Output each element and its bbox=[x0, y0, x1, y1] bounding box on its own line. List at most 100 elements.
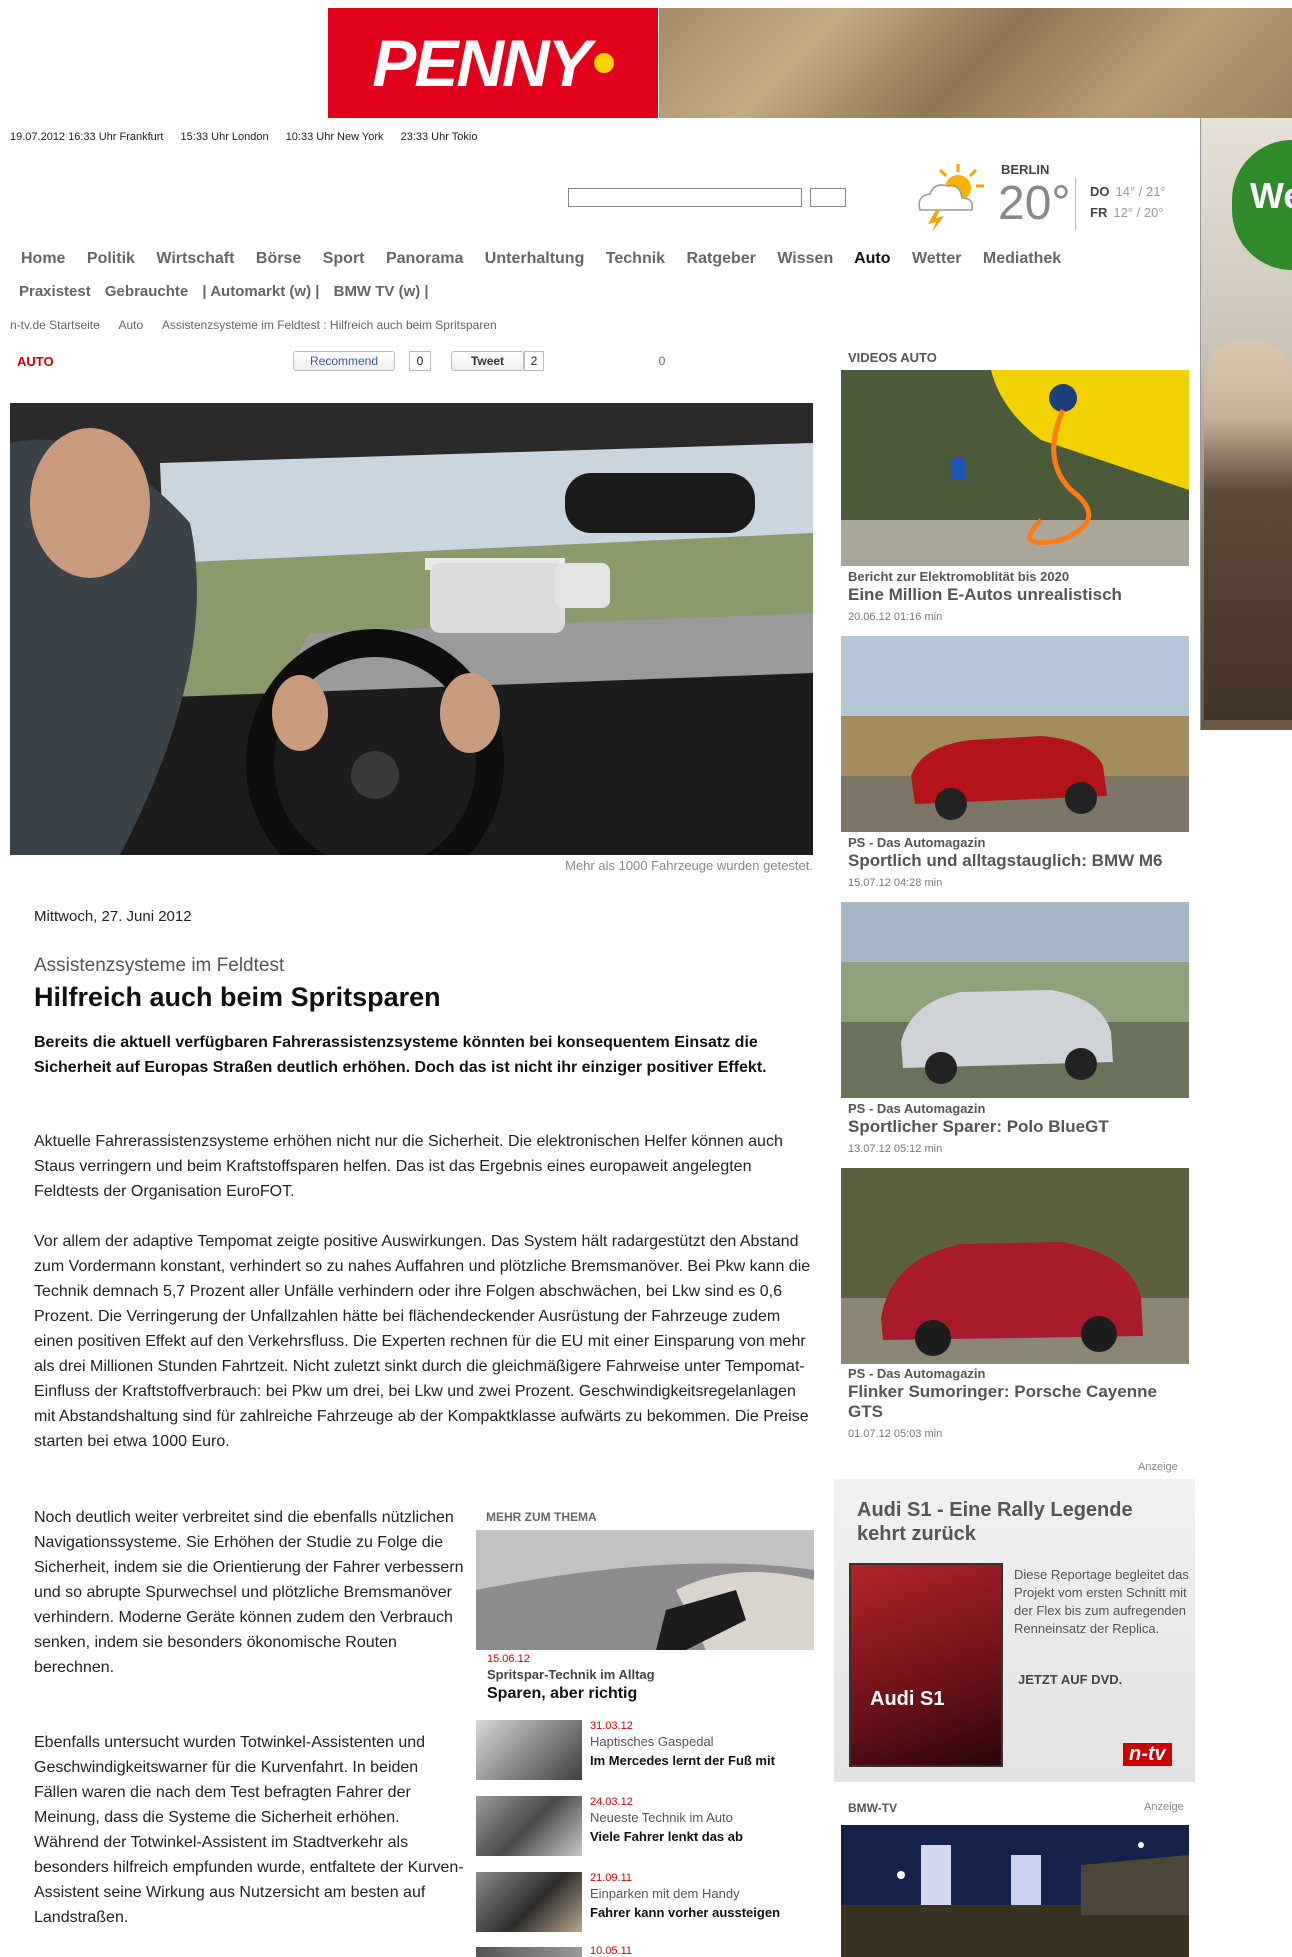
weather-range: 12° / 20° bbox=[1113, 205, 1164, 220]
related-item-date: 31.03.12 bbox=[590, 1720, 633, 1732]
dvd-ad-title: Audi S1 - Eine Rally Legende kehrt zurüc… bbox=[857, 1499, 1133, 1545]
recommend-count: 0 bbox=[409, 351, 431, 371]
ad-label: Anzeige bbox=[1144, 1801, 1184, 1813]
nav-boerse[interactable]: Börse bbox=[256, 250, 301, 267]
weather-day: FR bbox=[1090, 205, 1108, 220]
breadcrumb-auto[interactable]: Auto bbox=[119, 318, 144, 332]
weather-day: DO bbox=[1090, 184, 1110, 199]
video-kicker: PS - Das Automagazin bbox=[848, 1101, 986, 1116]
nav-sport[interactable]: Sport bbox=[323, 250, 365, 267]
weather-divider bbox=[1075, 178, 1076, 230]
nav-home[interactable]: Home bbox=[21, 250, 65, 267]
video-headline[interactable]: Flinker Sumoringer: Porsche Cayenne GTS bbox=[848, 1382, 1193, 1422]
article-lead: Bereits die aktuell verfügbaren Fahreras… bbox=[34, 1034, 767, 1076]
video-kicker: PS - Das Automagazin bbox=[848, 835, 986, 850]
main-nav: Home Politik Wirtschaft Börse Sport Pano… bbox=[21, 250, 1078, 268]
subnav-praxistest[interactable]: Praxistest bbox=[19, 283, 91, 300]
related-item-date: 10.05.11 bbox=[590, 1945, 633, 1957]
penny-logo-text: PENNY bbox=[372, 26, 591, 100]
page-edge bbox=[1200, 118, 1201, 730]
video-headline[interactable]: Sportlicher Sparer: Polo BlueGT bbox=[848, 1117, 1193, 1137]
clock-newyork: 10:33 Uhr New York bbox=[285, 131, 384, 143]
subnav-automarkt[interactable]: | Automarkt (w) | bbox=[202, 283, 319, 300]
article-headline: Hilfreich auch beim Spritsparen bbox=[34, 982, 441, 1012]
clock-london: 15:33 Uhr London bbox=[180, 131, 269, 143]
weather-forecast-do: DO 14° / 21° bbox=[1090, 184, 1166, 199]
article-date: Mittwoch, 27. Juni 2012 bbox=[34, 908, 192, 925]
recommend-button[interactable]: Recommend bbox=[293, 351, 395, 371]
world-clock: 19.07.2012 16:33 Uhr Frankfurt 15:33 Uhr… bbox=[10, 131, 491, 143]
nav-politik[interactable]: Politik bbox=[87, 250, 135, 267]
dvd-ad-cta: JETZT AUF DVD. bbox=[1018, 1672, 1123, 1687]
related-item-date: 24.03.12 bbox=[590, 1796, 633, 1808]
related-item-date: 21.09.11 bbox=[590, 1872, 633, 1884]
weather-forecast-fr: FR 12° / 20° bbox=[1090, 205, 1164, 220]
videos-title: VIDEOS AUTO bbox=[848, 350, 937, 365]
video-kicker: Bericht zur Elektromoblität bis 2020 bbox=[848, 569, 1070, 584]
breadcrumb-current: Assistenzsysteme im Feldtest : Hilfreich… bbox=[161, 318, 497, 332]
video-meta: 01.07.12 05:03 min bbox=[848, 1428, 943, 1440]
related-featured-headline[interactable]: Sparen, aber richtig bbox=[487, 1685, 637, 1703]
video-thumbnail[interactable] bbox=[841, 370, 1189, 566]
nav-technik[interactable]: Technik bbox=[606, 250, 665, 267]
clock-tokio: 23:33 Uhr Tokio bbox=[400, 131, 478, 143]
subnav-bmw-tv[interactable]: BMW TV (w) | bbox=[334, 283, 429, 300]
video-meta: 15.07.12 04:28 min bbox=[848, 877, 943, 889]
article-hero-image bbox=[10, 403, 813, 855]
video-meta: 20.06.12 01:16 min bbox=[848, 611, 943, 623]
related-item-kicker: Neueste Technik im Auto bbox=[590, 1810, 733, 1825]
related-featured-date: 15.06.12 bbox=[487, 1653, 530, 1665]
related-item-headline[interactable]: Fahrer kann vorher aussteigen bbox=[590, 1905, 780, 1920]
related-featured-kicker: Spritspar-Technik im Alltag bbox=[487, 1667, 655, 1682]
dvd-cover-image bbox=[849, 1563, 1003, 1767]
breadcrumb: n-tv.de Startseite Auto Assistenzsysteme… bbox=[10, 318, 513, 332]
weather-temperature: 20° bbox=[998, 177, 1071, 230]
video-headline[interactable]: Sportlich und alltagstauglich: BMW M6 bbox=[848, 851, 1193, 871]
nav-wirtschaft[interactable]: Wirtschaft bbox=[156, 250, 234, 267]
dvd-cover-title: Audi S1 bbox=[870, 1688, 945, 1710]
subnav-gebrauchte[interactable]: Gebrauchte bbox=[105, 283, 188, 300]
video-thumbnail[interactable] bbox=[841, 636, 1189, 832]
breadcrumb-home[interactable]: n-tv.de Startseite bbox=[10, 318, 100, 332]
related-item-kicker: Haptisches Gaspedal bbox=[590, 1734, 714, 1749]
video-meta: 13.07.12 05:12 min bbox=[848, 1143, 943, 1155]
sub-nav: Praxistest Gebrauchte | Automarkt (w) | … bbox=[19, 283, 439, 300]
related-item-image[interactable] bbox=[476, 1796, 582, 1856]
nav-wissen[interactable]: Wissen bbox=[777, 250, 833, 267]
nav-auto[interactable]: Auto bbox=[854, 250, 890, 267]
related-item-image[interactable] bbox=[476, 1872, 582, 1932]
penny-logo[interactable]: PENNY bbox=[328, 8, 658, 118]
search-button[interactable] bbox=[810, 188, 846, 207]
ntv-logo: n-tv bbox=[1123, 1743, 1172, 1766]
bmw-tv-image[interactable] bbox=[841, 1825, 1189, 1957]
article-kicker: Assistenzsysteme im Feldtest bbox=[34, 955, 285, 976]
nav-wetter[interactable]: Wetter bbox=[912, 250, 962, 267]
related-item-headline[interactable]: Viele Fahrer lenkt das ab bbox=[590, 1829, 743, 1844]
search-input[interactable] bbox=[568, 188, 802, 207]
related-featured-image[interactable] bbox=[476, 1530, 814, 1650]
nav-ratgeber[interactable]: Ratgeber bbox=[687, 250, 756, 267]
nav-unterhaltung[interactable]: Unterhaltung bbox=[485, 250, 585, 267]
ad-label: Anzeige bbox=[1138, 1461, 1178, 1473]
dvd-ad-text: Diese Reportage begleitet das Projekt vo… bbox=[1014, 1567, 1189, 1636]
related-item-headline[interactable]: Im Mercedes lernt der Fuß mit bbox=[590, 1753, 775, 1768]
related-item-image[interactable] bbox=[476, 1720, 582, 1780]
related-item-kicker: Einparken mit dem Handy bbox=[590, 1886, 740, 1901]
article-paragraph: Ebenfalls untersucht wurden Totwinkel-As… bbox=[34, 1734, 464, 1926]
video-kicker: PS - Das Automagazin bbox=[848, 1366, 986, 1381]
weather-icon bbox=[906, 160, 992, 232]
section-label: AUTO bbox=[17, 354, 54, 369]
tweet-count: 2 bbox=[524, 351, 544, 371]
banner-ad-background[interactable] bbox=[659, 8, 1292, 118]
video-headline[interactable]: Eine Million E-Autos unrealistisch bbox=[848, 585, 1193, 605]
video-thumbnail[interactable] bbox=[841, 902, 1189, 1098]
video-thumbnail[interactable] bbox=[841, 1168, 1189, 1364]
related-item-image[interactable] bbox=[476, 1947, 582, 1957]
tweet-button[interactable]: Tweet bbox=[451, 351, 524, 371]
nav-panorama[interactable]: Panorama bbox=[386, 250, 463, 267]
nav-mediathek[interactable]: Mediathek bbox=[983, 250, 1061, 267]
article-paragraph: Noch deutlich weiter verbreitet sind die… bbox=[34, 1509, 464, 1676]
skyscraper-ad-person bbox=[1204, 340, 1292, 720]
image-caption: Mehr als 1000 Fahrzeuge wurden getestet. bbox=[565, 858, 813, 873]
penny-dot bbox=[593, 53, 614, 73]
